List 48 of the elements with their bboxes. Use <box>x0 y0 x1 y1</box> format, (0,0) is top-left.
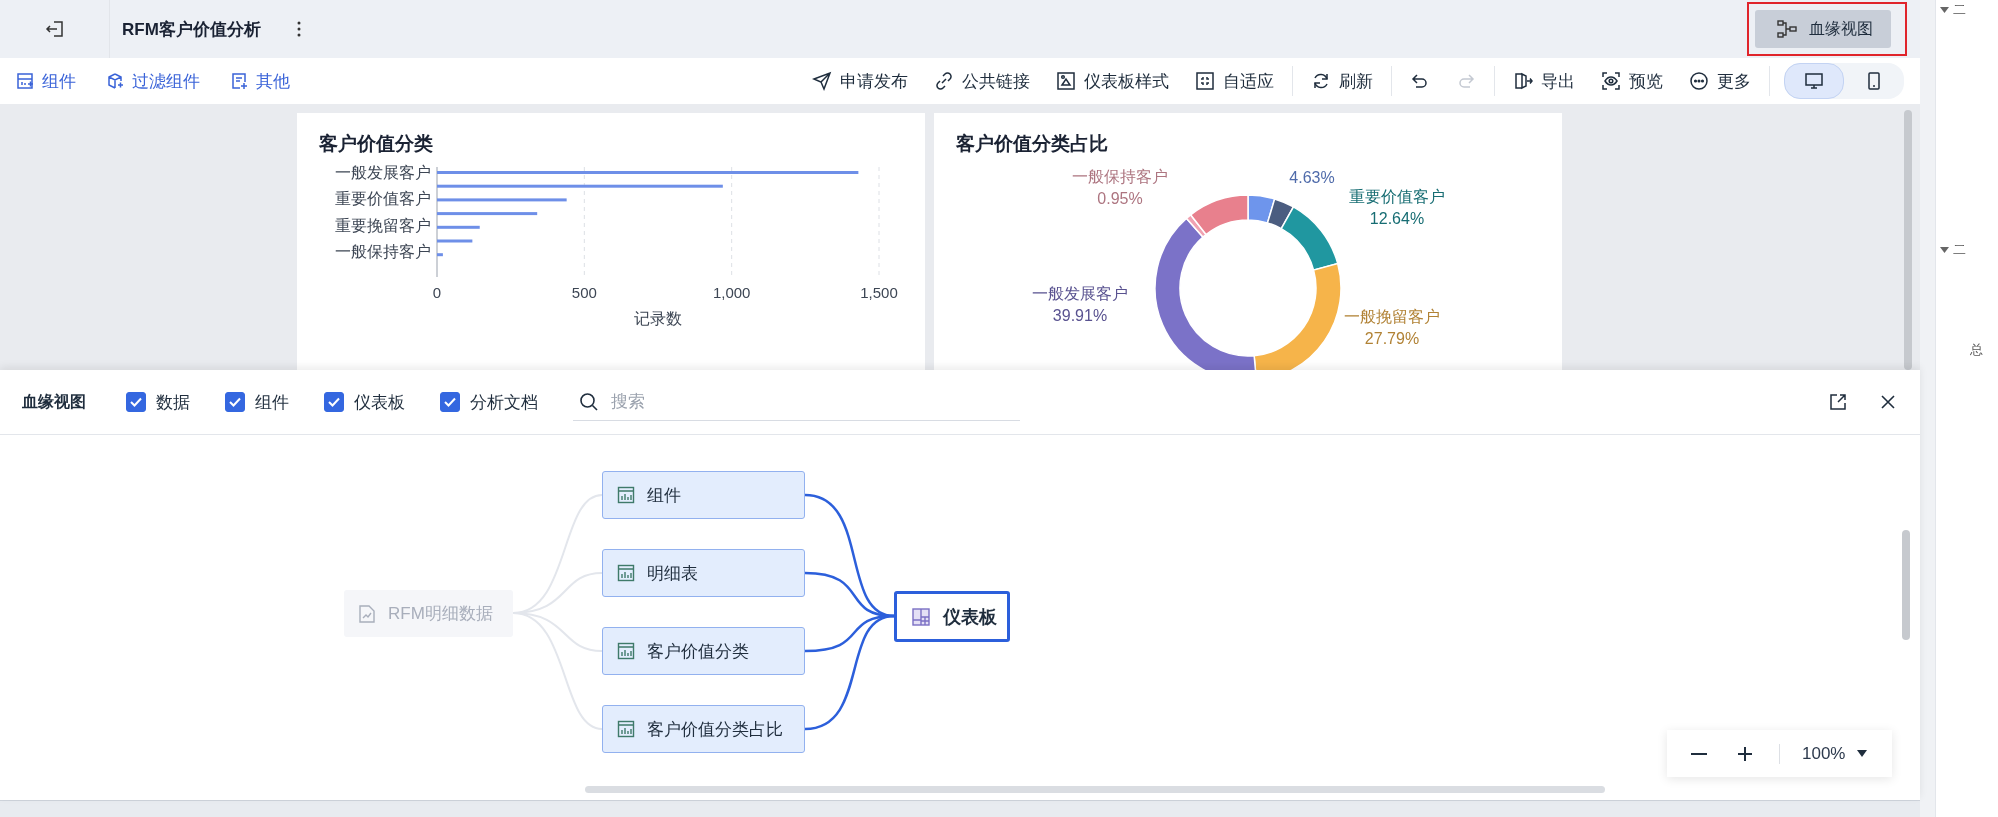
toolbar-button[interactable]: 申请发布 <box>812 69 908 93</box>
lineage-node[interactable]: 明细表 <box>602 549 805 597</box>
slice-label: 一般保持客户 <box>1072 168 1168 185</box>
tick-label: 500 <box>571 284 597 301</box>
checkbox-label: 仪表板 <box>354 391 405 414</box>
toolbar-button[interactable]: 公共链接 <box>934 69 1030 93</box>
side-label: 二 <box>1953 241 1966 259</box>
card-title: 客户价值分类占比 <box>955 132 1108 156</box>
lineage-node[interactable]: 客户价值分类占比 <box>602 705 805 753</box>
slice-value: 12.64% <box>1369 210 1425 227</box>
toolbar-button[interactable]: 组件 <box>16 69 76 93</box>
toolbar-button[interactable]: 导出 <box>1513 69 1575 93</box>
lineage-node[interactable]: 仪表板 <box>894 591 1010 642</box>
category-label: 一般保持客户 <box>335 243 431 261</box>
panel-title: 血缘视图 <box>22 391 86 412</box>
side-label: 二 <box>1953 1 1966 19</box>
toolbar-button[interactable]: 预览 <box>1601 69 1663 93</box>
dashboard-title: RFM客户价值分析 <box>122 18 261 41</box>
category-label: 重要挽留客户 <box>335 216 431 234</box>
tick-label: 1,500 <box>860 284 898 301</box>
zoom-dropdown[interactable]: 100% <box>1802 743 1868 764</box>
slice-label: 一般挽留客户 <box>1344 308 1440 325</box>
category-label: 重要价值客户 <box>335 190 431 208</box>
slice-value: 27.79% <box>1364 330 1420 347</box>
toolbar-button[interactable]: 过滤组件 <box>106 69 200 93</box>
search-field[interactable]: 搜索 <box>573 383 1020 421</box>
slice-label: 一般发展客户 <box>1032 285 1128 302</box>
axis-title: 记录数 <box>634 310 682 327</box>
tick-label: 1,000 <box>712 284 751 301</box>
slice-value: 0.95% <box>1097 190 1143 207</box>
toolbar-button[interactable]: 仪表板样式 <box>1056 69 1169 93</box>
card-title: 客户价值分类 <box>318 132 433 156</box>
toolbar-button[interactable]: 自适应 <box>1195 69 1274 93</box>
side-label: 总 <box>1970 341 1983 359</box>
slice-label: 重要价值客户 <box>1349 188 1445 205</box>
toolbar-button[interactable]: 其他 <box>230 69 290 93</box>
checkbox-label: 组件 <box>255 391 289 414</box>
category-label: 一般发展客户 <box>335 164 431 181</box>
checkbox-label: 分析文档 <box>470 391 538 414</box>
slice-value: 4.63% <box>1289 169 1335 186</box>
checkbox-label: 数据 <box>156 391 190 414</box>
lineage-view-button[interactable]: 血缘视图 <box>1755 10 1891 48</box>
lineage-node[interactable]: 组件 <box>602 471 805 519</box>
lineage-node[interactable]: 客户价值分类 <box>602 627 805 675</box>
toolbar-button[interactable]: 更多 <box>1689 69 1751 93</box>
toolbar-button[interactable]: 刷新 <box>1311 69 1373 93</box>
tick-label: 0 <box>432 284 442 301</box>
slice-value: 39.91% <box>1052 307 1108 324</box>
